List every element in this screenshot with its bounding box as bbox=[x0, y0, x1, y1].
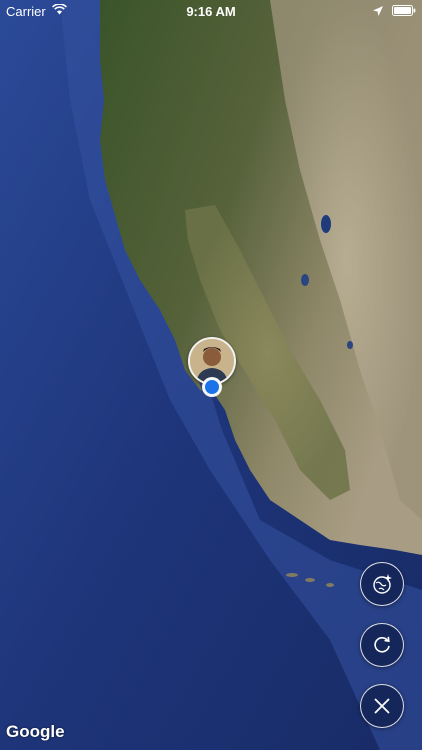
close-icon bbox=[374, 698, 390, 714]
refresh-button[interactable] bbox=[360, 623, 404, 667]
current-location-dot bbox=[202, 377, 222, 397]
close-button[interactable] bbox=[360, 684, 404, 728]
explore-button[interactable] bbox=[360, 562, 404, 606]
globe-sparkle-icon bbox=[373, 574, 392, 594]
location-arrow-icon bbox=[373, 6, 383, 16]
refresh-icon bbox=[374, 636, 390, 653]
battery-icon bbox=[392, 5, 416, 16]
clock: 9:16 AM bbox=[186, 4, 236, 19]
google-attribution[interactable]: Google bbox=[6, 722, 65, 742]
status-bar: Carrier 9:16 AM bbox=[0, 0, 422, 22]
